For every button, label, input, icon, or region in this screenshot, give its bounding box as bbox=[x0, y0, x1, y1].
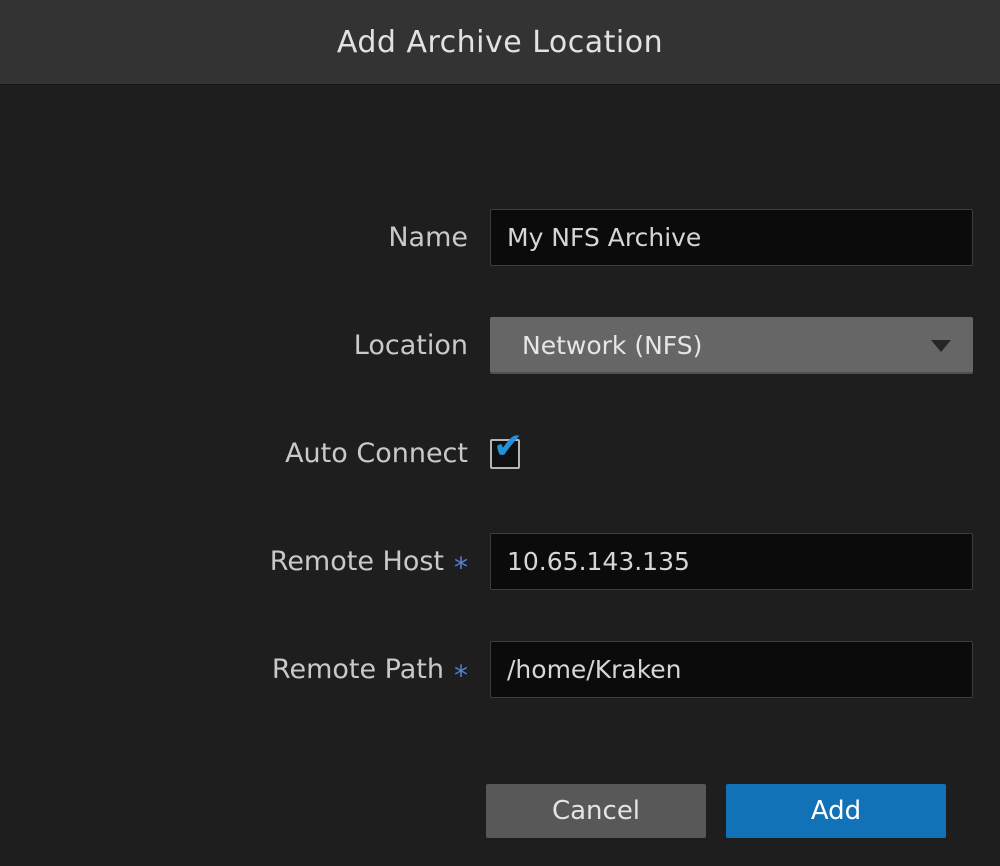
remote-host-label-cell: Remote Host * bbox=[27, 546, 490, 577]
remote-path-control-cell bbox=[490, 641, 973, 698]
remote-path-label: Remote Path bbox=[272, 654, 444, 685]
auto-connect-control-cell: ✔ bbox=[490, 439, 973, 469]
remote-path-label-cell: Remote Path * bbox=[27, 654, 490, 685]
chevron-down-icon bbox=[931, 340, 951, 352]
dialog-title: Add Archive Location bbox=[337, 25, 663, 60]
auto-connect-row: Auto Connect ✔ bbox=[27, 425, 973, 482]
location-select[interactable]: Network (NFS) bbox=[490, 317, 973, 374]
add-archive-location-dialog: Add Archive Location Name Location Netwo… bbox=[0, 0, 1000, 838]
name-input[interactable] bbox=[490, 209, 973, 266]
location-select-value: Network (NFS) bbox=[522, 331, 702, 360]
remote-host-input[interactable] bbox=[490, 533, 973, 590]
location-label: Location bbox=[354, 330, 468, 361]
auto-connect-checkbox[interactable]: ✔ bbox=[490, 439, 520, 469]
dialog-body: Name Location Network (NFS) Auto Connect bbox=[0, 85, 1000, 838]
remote-host-label: Remote Host bbox=[270, 546, 444, 577]
add-button[interactable]: Add bbox=[726, 784, 946, 838]
auto-connect-label: Auto Connect bbox=[285, 438, 468, 469]
name-label: Name bbox=[388, 222, 468, 253]
dialog-footer: Cancel Add bbox=[27, 784, 973, 838]
name-control-cell bbox=[490, 209, 973, 266]
location-control-cell: Network (NFS) bbox=[490, 317, 973, 374]
cancel-button[interactable]: Cancel bbox=[486, 784, 706, 838]
remote-host-row: Remote Host * bbox=[27, 533, 973, 590]
remote-host-control-cell bbox=[490, 533, 973, 590]
location-row: Location Network (NFS) bbox=[27, 317, 973, 374]
name-row: Name bbox=[27, 209, 973, 266]
remote-path-row: Remote Path * bbox=[27, 641, 973, 698]
remote-path-input[interactable] bbox=[490, 641, 973, 698]
name-label-cell: Name bbox=[27, 222, 490, 253]
dialog-header: Add Archive Location bbox=[0, 0, 1000, 85]
location-label-cell: Location bbox=[27, 330, 490, 361]
checkmark-icon: ✔ bbox=[493, 429, 523, 465]
auto-connect-label-cell: Auto Connect bbox=[27, 438, 490, 469]
